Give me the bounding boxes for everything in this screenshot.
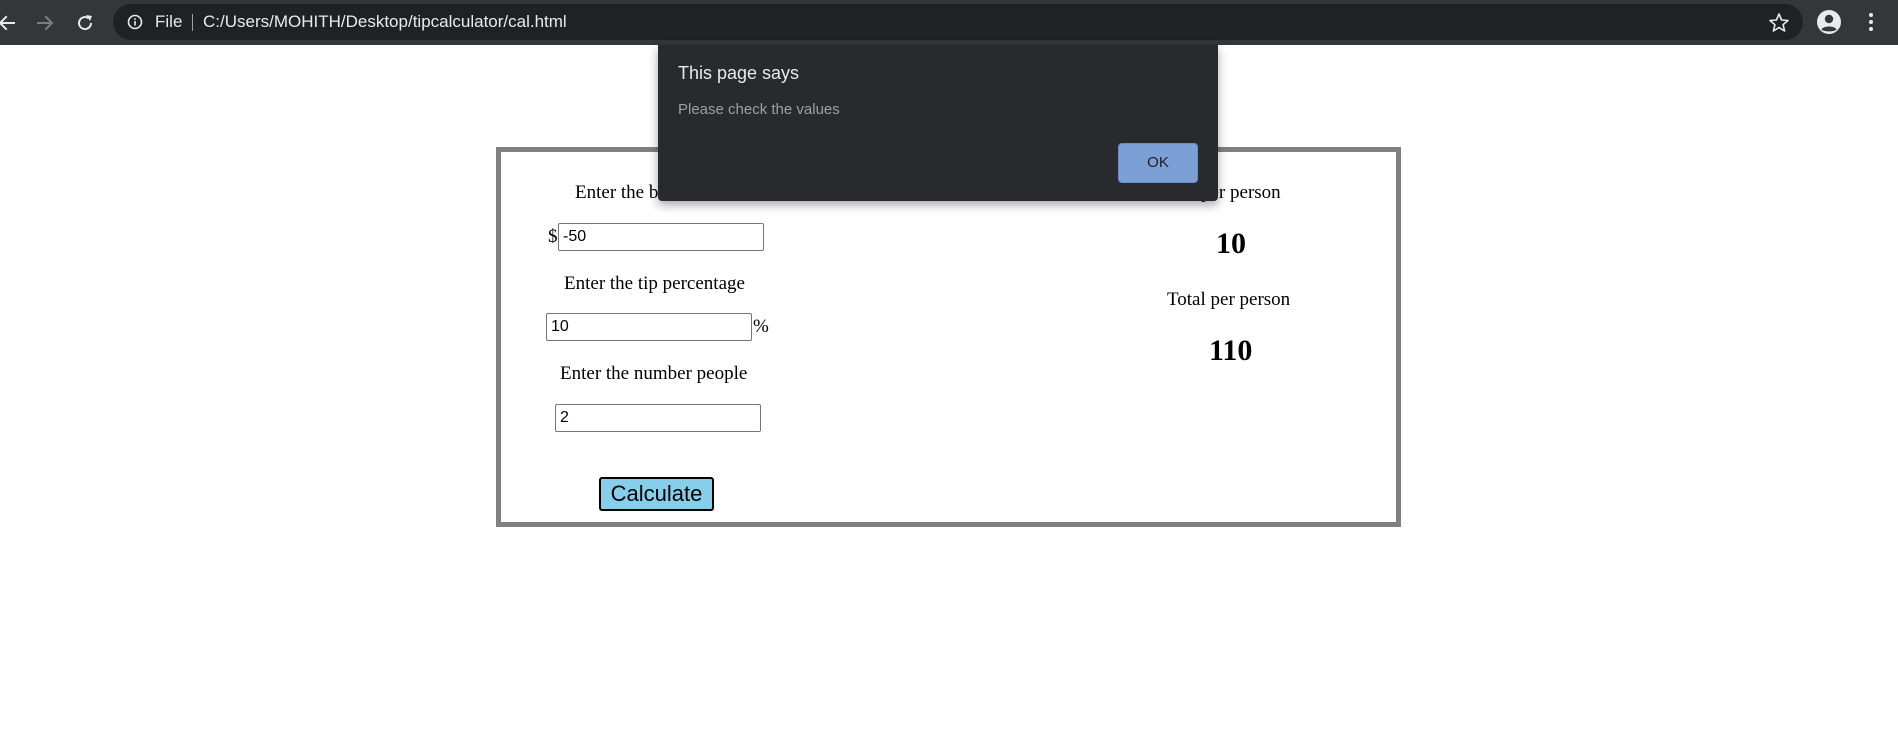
browser-toolbar: File C:/Users/MOHITH/Desktop/tipcalculat… xyxy=(0,0,1898,45)
dialog-message: Please check the values xyxy=(678,101,840,118)
dialog-title: This page says xyxy=(678,63,800,83)
tip-percentage-label: Enter the tip percentage xyxy=(564,273,745,294)
arrow-left-icon xyxy=(0,15,15,31)
reload-icon xyxy=(78,15,93,31)
info-icon[interactable] xyxy=(127,14,143,30)
more-vertical-icon[interactable] xyxy=(1862,9,1880,35)
ok-button[interactable]: OK xyxy=(1118,143,1198,183)
reload-button[interactable] xyxy=(70,8,100,38)
currency-symbol: $ xyxy=(548,226,558,247)
star-icon[interactable] xyxy=(1767,11,1791,35)
address-bar[interactable]: File C:/Users/MOHITH/Desktop/tipcalculat… xyxy=(113,4,1803,40)
tip-percentage-input[interactable]: 10 xyxy=(546,313,752,341)
percent-symbol: % xyxy=(753,316,769,337)
account-circle-icon[interactable] xyxy=(1815,8,1843,36)
url-text[interactable]: C:/Users/MOHITH/Desktop/tipcalculator/ca… xyxy=(203,4,567,40)
tip-calculator-panel: Enter the b $ -50 Enter the tip percenta… xyxy=(496,147,1401,527)
calculate-button[interactable]: Calculate xyxy=(599,477,714,511)
alert-dialog: This page says Please check the values O… xyxy=(658,45,1218,201)
arrow-right-icon xyxy=(37,15,54,31)
bill-amount-label: Enter the b xyxy=(575,182,659,203)
tip-per-person-value: 10 xyxy=(1216,227,1246,260)
back-button[interactable] xyxy=(0,8,22,38)
total-per-person-value: 110 xyxy=(1209,334,1253,367)
scheme-divider xyxy=(192,14,193,31)
people-count-label: Enter the number people xyxy=(560,363,748,384)
scheme-label: File xyxy=(155,12,183,31)
people-count-input[interactable]: 2 xyxy=(555,404,761,432)
bill-amount-input[interactable]: -50 xyxy=(558,223,764,251)
forward-button[interactable] xyxy=(30,8,60,38)
total-per-person-label: Total per person xyxy=(1167,289,1291,310)
